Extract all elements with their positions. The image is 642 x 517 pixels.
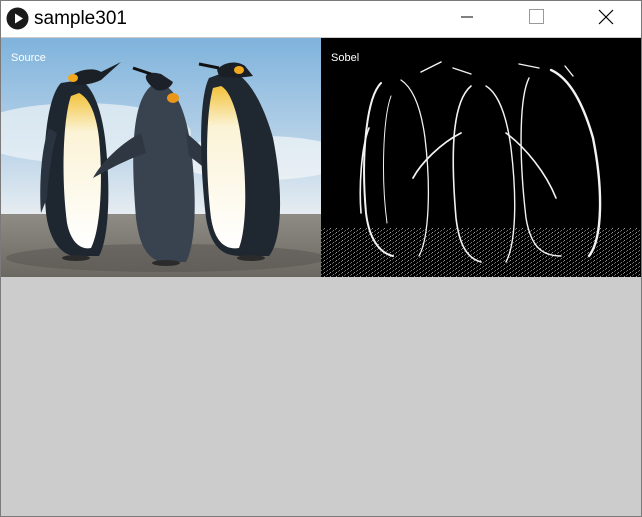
sobel-image-panel: Sobel [321,38,641,277]
canvas-background [1,277,641,516]
window-title: sample301 [34,8,127,29]
maximize-button[interactable] [513,1,559,37]
maximize-icon [528,9,544,29]
app-window: sample301 Source Sobel [0,0,642,517]
close-button[interactable] [583,1,629,37]
sobel-label: Sobel [331,52,360,64]
source-image-panel: Source [1,38,321,277]
source-image [1,38,321,277]
title-bar[interactable]: sample301 [1,1,641,37]
minimize-button[interactable] [444,1,490,37]
sobel-image [321,38,641,277]
source-label: Source [11,52,46,64]
play-icon [6,7,29,30]
close-icon [598,9,614,30]
minimize-icon [461,10,473,28]
